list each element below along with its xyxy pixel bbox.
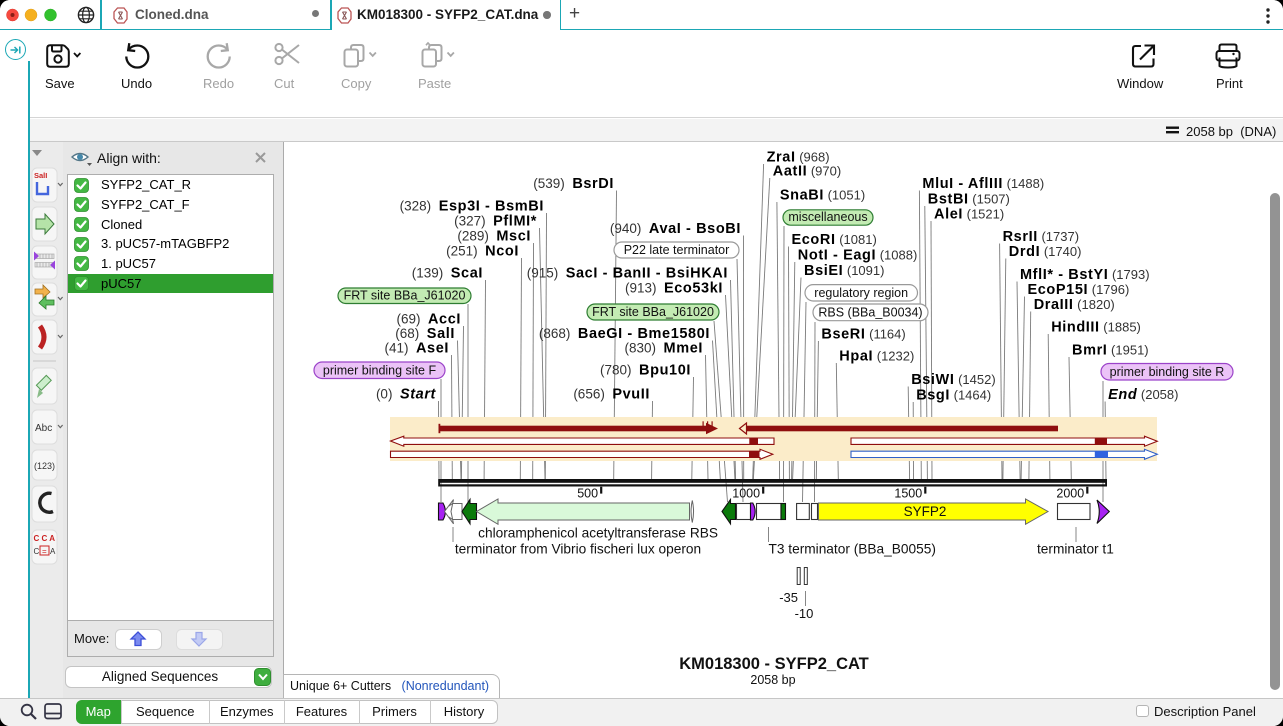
svg-text:FRT site BBa_J61020: FRT site BBa_J61020 bbox=[344, 289, 466, 303]
svg-text:regulatory region: regulatory region bbox=[814, 286, 908, 300]
svg-text:-35: -35 bbox=[779, 590, 798, 605]
svg-text:AatII (970): AatII (970) bbox=[773, 164, 841, 180]
svg-text:BsgI (1464): BsgI (1464) bbox=[916, 388, 991, 404]
svg-text:HpaI (1232): HpaI (1232) bbox=[839, 349, 914, 365]
svg-text:-10: -10 bbox=[795, 606, 814, 621]
svg-text:(41) AseI: (41) AseI bbox=[384, 341, 449, 357]
svg-text:SnaBI (1051): SnaBI (1051) bbox=[780, 188, 865, 204]
svg-text:primer binding site F: primer binding site F bbox=[323, 364, 437, 378]
svg-text:MflI* - BstYI (1793): MflI* - BstYI (1793) bbox=[1020, 267, 1150, 283]
svg-text:C: C bbox=[33, 547, 39, 556]
svg-text:miscellaneous: miscellaneous bbox=[788, 210, 867, 224]
svg-text:(915) SacI - BanII - BsiHKAI: (915) SacI - BanII - BsiHKAI bbox=[527, 266, 728, 282]
svg-text:HindIII (1885): HindIII (1885) bbox=[1051, 320, 1141, 336]
svg-text:2058 bp: 2058 bp bbox=[750, 673, 795, 687]
svg-text:EcoP15I (1796): EcoP15I (1796) bbox=[1028, 282, 1130, 298]
svg-text:T3 terminator (BBa_B0055): T3 terminator (BBa_B0055) bbox=[769, 542, 936, 557]
svg-text:RsrII (1737): RsrII (1737) bbox=[1003, 229, 1079, 245]
svg-text:MluI - AflIII (1488): MluI - AflIII (1488) bbox=[922, 176, 1044, 192]
svg-text:BseRI (1164): BseRI (1164) bbox=[821, 327, 905, 343]
svg-text:(327) PflMI*: (327) PflMI* bbox=[454, 214, 537, 230]
svg-text:500: 500 bbox=[577, 487, 598, 501]
svg-text:DraIII (1820): DraIII (1820) bbox=[1034, 297, 1115, 313]
svg-text:chloramphenicol acetyltransfer: chloramphenicol acetyltransferase bbox=[478, 526, 686, 541]
svg-text:RBS: RBS bbox=[690, 526, 718, 541]
svg-text:(139) ScaI: (139) ScaI bbox=[412, 266, 483, 282]
svg-text:KM018300 - SYFP2_CAT: KM018300 - SYFP2_CAT bbox=[679, 655, 869, 673]
svg-text:BstBI (1507): BstBI (1507) bbox=[928, 192, 1010, 208]
svg-text:FRT site BBa_J61020: FRT site BBa_J61020 bbox=[592, 305, 714, 319]
svg-text:1000: 1000 bbox=[732, 487, 760, 501]
svg-text:AleI (1521): AleI (1521) bbox=[934, 207, 1004, 223]
svg-text:(251) NcoI: (251) NcoI bbox=[446, 244, 519, 260]
svg-text:(123): (123) bbox=[34, 461, 55, 471]
svg-text:EcoRI (1081): EcoRI (1081) bbox=[792, 232, 877, 248]
svg-text:(830) MmeI: (830) MmeI bbox=[625, 341, 704, 357]
svg-text:BmrI (1951): BmrI (1951) bbox=[1072, 343, 1149, 359]
svg-text:End (2058): End (2058) bbox=[1108, 387, 1178, 403]
svg-text:A: A bbox=[50, 547, 56, 556]
svg-text:BsiWI (1452): BsiWI (1452) bbox=[911, 372, 995, 388]
svg-text:terminator from Vibrio fischer: terminator from Vibrio fischeri lux oper… bbox=[455, 542, 701, 557]
svg-text:(289) MscI: (289) MscI bbox=[457, 229, 531, 245]
svg-text:BsiEI (1091): BsiEI (1091) bbox=[804, 263, 884, 279]
svg-text:(328) Esp3I - BsmBI: (328) Esp3I - BsmBI bbox=[400, 199, 544, 215]
svg-text:(780) Bpu10I: (780) Bpu10I bbox=[600, 363, 691, 379]
svg-text:terminator t1: terminator t1 bbox=[1037, 542, 1114, 557]
svg-text:RBS (BBa_B0034): RBS (BBa_B0034) bbox=[818, 306, 922, 320]
svg-text:SYFP2: SYFP2 bbox=[904, 504, 947, 519]
svg-text:primer binding site R: primer binding site R bbox=[1110, 365, 1225, 379]
svg-text:P22 late terminator: P22 late terminator bbox=[624, 243, 730, 257]
svg-text:(940) AvaI - BsoBI: (940) AvaI - BsoBI bbox=[610, 221, 741, 237]
svg-text:(913) Eco53kI: (913) Eco53kI bbox=[625, 281, 723, 297]
svg-text:(656) PvuII: (656) PvuII bbox=[573, 387, 650, 403]
svg-text:Abc: Abc bbox=[35, 423, 52, 434]
svg-text:(539) BsrDI: (539) BsrDI bbox=[533, 176, 614, 192]
svg-text:NotI - EagI (1088): NotI - EagI (1088) bbox=[798, 248, 918, 264]
svg-text:(0) Start: (0) Start bbox=[376, 387, 437, 403]
svg-text:SalI: SalI bbox=[34, 171, 47, 180]
svg-text:=: = bbox=[42, 547, 47, 556]
svg-text:DrdI (1740): DrdI (1740) bbox=[1009, 244, 1082, 260]
svg-text:C C A: C C A bbox=[33, 534, 55, 543]
svg-text:2000: 2000 bbox=[1056, 487, 1084, 501]
svg-text:1500: 1500 bbox=[894, 487, 922, 501]
